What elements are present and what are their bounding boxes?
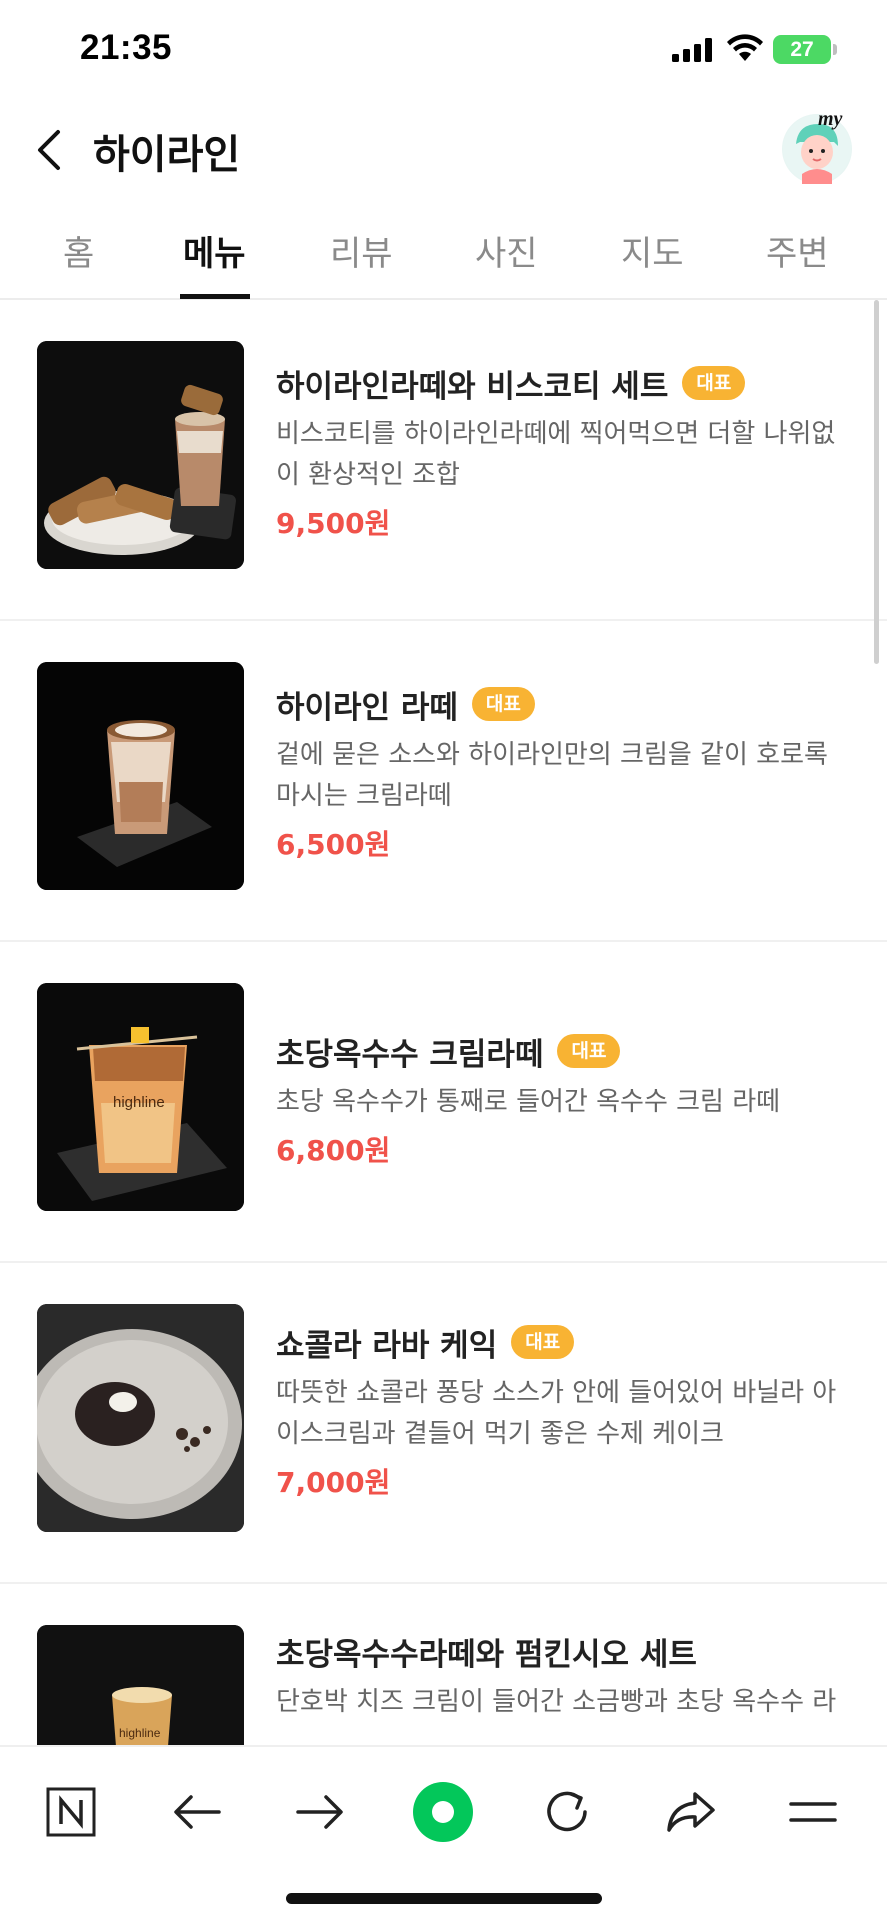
menu-item-price: 6,800원 bbox=[276, 1134, 391, 1167]
menu-item-name: 하이라인 라떼 bbox=[276, 689, 458, 726]
menu-item-description: 비스코티를 하이라인라떼에 찍어먹으면 더할 나위없 이 환상적인 조합 bbox=[276, 414, 856, 496]
scrollbar[interactable] bbox=[874, 300, 879, 664]
menu-item-description-line: 겉에 묻은 소스와 하이라인만의 크림을 같이 호로록 bbox=[276, 740, 828, 770]
menu-item-image bbox=[37, 662, 244, 890]
menu-item-image: highline bbox=[37, 1625, 244, 1745]
active-tab-indicator bbox=[180, 294, 250, 299]
signature-badge: 대표 bbox=[682, 366, 746, 400]
signature-badge: 대표 bbox=[471, 687, 535, 721]
signature-badge: 대표 bbox=[557, 1034, 621, 1068]
cup-logo-text: highline bbox=[119, 1726, 161, 1740]
back-arrow-icon[interactable] bbox=[162, 1777, 232, 1847]
menu-item-price: 6,500원 bbox=[276, 828, 391, 861]
menu-item-description-line: 마시는 크림라떼 bbox=[276, 781, 452, 811]
status-time: 21:35 bbox=[80, 28, 173, 67]
signature-badge: 대표 bbox=[511, 1325, 575, 1359]
menu-item-description: 초당 옥수수가 통째로 들어간 옥수수 크림 라떼 bbox=[276, 1082, 856, 1123]
menu-item-image bbox=[37, 341, 244, 569]
tab-reviews[interactable]: 리뷰 bbox=[330, 226, 393, 275]
menu-item[interactable]: 하이라인라떼와 비스코티 세트 대표 비스코티를 하이라인라떼에 찍어먹으면 더… bbox=[0, 300, 887, 621]
battery-level: 27 bbox=[790, 38, 814, 61]
battery-icon: 27 bbox=[773, 35, 837, 64]
forward-arrow-icon[interactable] bbox=[285, 1777, 355, 1847]
menu-list: 하이라인라떼와 비스코티 세트 대표 비스코티를 하이라인라떼에 찍어먹으면 더… bbox=[0, 300, 887, 1745]
tab-bar: 홈 메뉴 리뷰 사진 지도 주변 bbox=[0, 210, 887, 300]
header: 하이라인 bbox=[0, 100, 887, 200]
home-indicator bbox=[286, 1893, 602, 1904]
menu-item-image: highline bbox=[37, 983, 244, 1211]
menu-item-description-line: 이 환상적인 조합 bbox=[276, 460, 460, 490]
menu-item-description: 겉에 묻은 소스와 하이라인만의 크림을 같이 호로록 마시는 크림라떼 bbox=[276, 735, 856, 817]
menu-item-description-line: 따뜻한 쇼콜라 퐁당 소스가 안에 들어있어 바닐라 아 bbox=[276, 1378, 837, 1408]
menu-item-description-line: 초당 옥수수가 통째로 들어간 옥수수 크림 라떼 bbox=[276, 1087, 781, 1117]
menu-item-description-line: 비스코티를 하이라인라떼에 찍어먹으면 더할 나위없 bbox=[276, 419, 836, 449]
menu-item-image bbox=[37, 1304, 244, 1532]
menu-item-name: 초당옥수수 크림라떼 bbox=[276, 1036, 544, 1073]
page-title: 하이라인 bbox=[93, 132, 241, 178]
menu-item-name: 하이라인라떼와 비스코티 세트 bbox=[276, 368, 669, 405]
menu-item-name: 초당옥수수라떼와 펌킨시오 세트 bbox=[276, 1636, 697, 1673]
share-icon[interactable] bbox=[656, 1777, 726, 1847]
menu-item-description-line: 단호박 치즈 크림이 들어간 소금빵과 초당 옥수수 라 bbox=[276, 1687, 837, 1717]
menu-item[interactable]: 하이라인 라떼 대표 겉에 묻은 소스와 하이라인만의 크림을 같이 호로록 마… bbox=[0, 621, 887, 942]
refresh-icon[interactable] bbox=[532, 1777, 602, 1847]
menu-item-description: 따뜻한 쇼콜라 퐁당 소스가 안에 들어있어 바닐라 아 이스크림과 곁들어 먹… bbox=[276, 1373, 856, 1455]
menu-item-name: 쇼콜라 라바 케익 bbox=[276, 1327, 498, 1364]
tab-menu[interactable]: 메뉴 bbox=[183, 226, 246, 275]
menu-item-description-line: 이스크림과 곁들어 먹기 좋은 수제 케이크 bbox=[276, 1419, 724, 1449]
menu-item[interactable]: highline 초당옥수수라떼와 펌킨시오 세트 단호박 치즈 크림이 들어간… bbox=[0, 1584, 887, 1745]
tab-home[interactable]: 홈 bbox=[63, 226, 94, 275]
menu-item-description: 단호박 치즈 크림이 들어간 소금빵과 초당 옥수수 라 bbox=[276, 1682, 856, 1723]
wifi-icon bbox=[727, 34, 763, 61]
tab-map[interactable]: 지도 bbox=[621, 226, 684, 275]
menu-item-price: 7,000원 bbox=[276, 1466, 391, 1499]
green-dot-icon[interactable] bbox=[408, 1777, 478, 1847]
status-bar: 21:35 27 bbox=[0, 0, 887, 100]
menu-icon[interactable] bbox=[778, 1777, 848, 1847]
menu-item[interactable]: 쇼콜라 라바 케익 대표 따뜻한 쇼콜라 퐁당 소스가 안에 들어있어 바닐라 … bbox=[0, 1263, 887, 1584]
cup-logo-text: highline bbox=[113, 1094, 165, 1111]
tab-photos[interactable]: 사진 bbox=[475, 226, 538, 275]
back-icon[interactable] bbox=[28, 124, 76, 176]
menu-item[interactable]: highline 초당옥수수 크림라떼 대표 초당 옥수수가 통째로 들어간 옥… bbox=[0, 942, 887, 1263]
avatar-my-label: my bbox=[818, 108, 843, 130]
menu-item-price: 9,500원 bbox=[276, 507, 391, 540]
naver-home-icon[interactable] bbox=[36, 1777, 106, 1847]
cellular-signal-icon bbox=[672, 38, 712, 62]
tab-nearby[interactable]: 주변 bbox=[766, 226, 829, 275]
